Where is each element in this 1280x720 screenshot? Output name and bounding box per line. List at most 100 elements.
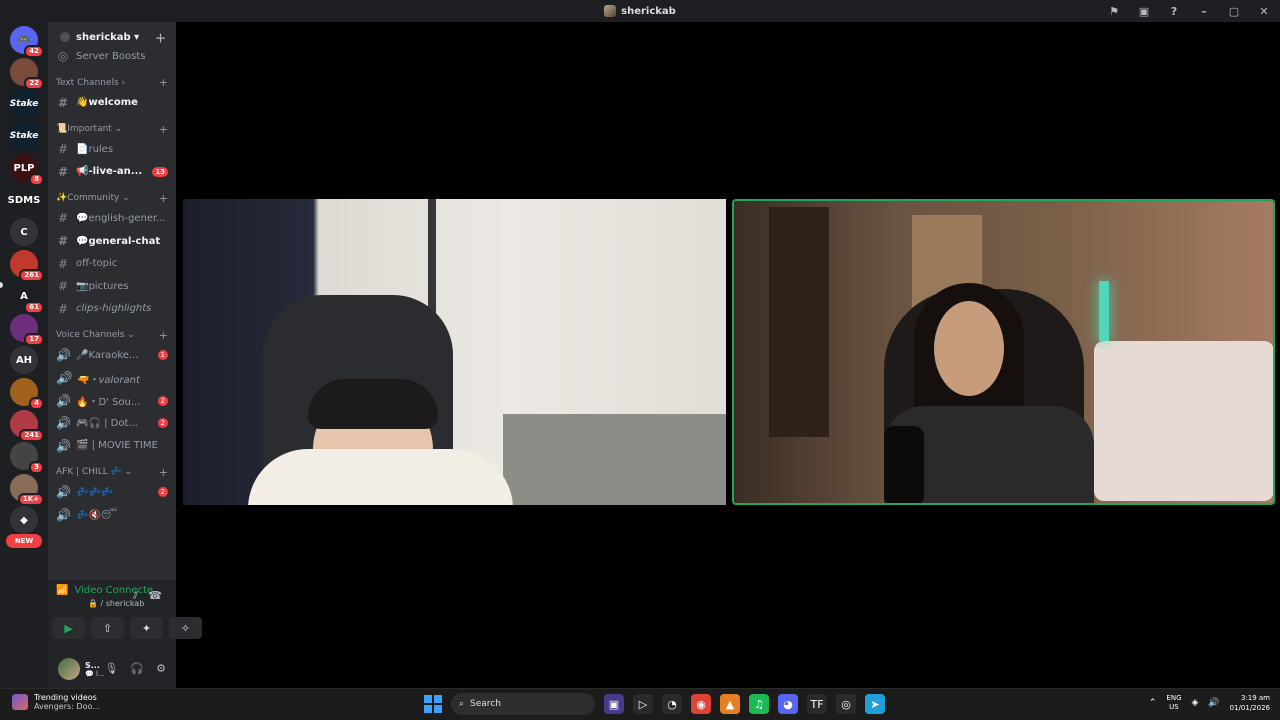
deafen-icon[interactable]: 🎧 bbox=[130, 662, 144, 675]
channel-category[interactable]: Text Channels › + bbox=[56, 75, 172, 91]
guild-a-icon[interactable]: A 61 bbox=[10, 282, 44, 314]
channel-item[interactable]: # 📷pictures bbox=[56, 276, 172, 296]
guild-plp-icon[interactable]: PLP 8 bbox=[10, 154, 44, 186]
channel-item[interactable]: 🔊 🔫・valorant bbox=[56, 368, 172, 388]
channel-category[interactable]: 📜Important ⌄ + bbox=[56, 121, 172, 137]
language-indicator[interactable]: ENG US bbox=[1166, 694, 1181, 712]
maximize-button[interactable]: ▢ bbox=[1226, 5, 1242, 18]
screen-share-button[interactable]: ⇧ bbox=[91, 617, 124, 639]
video-tile-1[interactable] bbox=[183, 199, 726, 505]
guild-7-icon[interactable]: 1K+ bbox=[10, 474, 44, 506]
guild-label: A bbox=[20, 290, 28, 302]
create-channel-icon[interactable]: + bbox=[159, 192, 168, 205]
close-button[interactable]: ✕ bbox=[1256, 5, 1272, 18]
channel-item[interactable]: 🔊 🎬 | MOVIE TIME bbox=[56, 436, 172, 456]
taskbar-app-icon[interactable]: ▷ bbox=[633, 694, 653, 714]
guild-stake-2-icon[interactable]: Stake bbox=[10, 122, 38, 150]
discord-home-icon[interactable]: 🎮 42 bbox=[10, 26, 44, 58]
inbox-icon[interactable]: ⚑ bbox=[1106, 5, 1122, 18]
tray-overflow-icon[interactable]: ⌃ bbox=[1149, 698, 1157, 708]
signal-icon[interactable]: 📶 bbox=[56, 585, 68, 596]
server-header[interactable]: sherickab ▾ ＋ bbox=[48, 22, 176, 52]
taskbar-app-icon[interactable]: ♫ bbox=[749, 694, 769, 714]
guild-2-icon[interactable]: 261 bbox=[10, 250, 44, 282]
channel-item[interactable]: 🔊 🎮🎧 | Dot... 2 bbox=[56, 413, 172, 433]
guild-8-icon[interactable]: ◆ bbox=[10, 506, 38, 534]
screen-icon[interactable]: ▣ bbox=[1136, 5, 1152, 18]
guild-c-icon[interactable]: C bbox=[10, 218, 38, 246]
channel-item[interactable]: # 📢-live-an... 13 bbox=[56, 162, 172, 182]
channel-item[interactable]: 🔊 🎤Karaoke... 1 bbox=[56, 345, 172, 365]
channel-item[interactable]: # off-topic bbox=[56, 254, 172, 274]
camera-button[interactable]: ▶ bbox=[52, 617, 85, 639]
lamp-shape bbox=[1099, 281, 1109, 341]
start-icon[interactable] bbox=[424, 695, 442, 713]
channel-item[interactable]: # 💬general-chat bbox=[56, 231, 172, 251]
channel-label: 🔫・valorant bbox=[76, 374, 140, 386]
search-input[interactable]: ⌕ Search bbox=[451, 693, 595, 715]
avatar[interactable] bbox=[58, 658, 80, 680]
guild-label: Stake bbox=[9, 99, 39, 109]
text-channel-icon: # bbox=[57, 164, 69, 179]
invite-people-icon[interactable]: ＋ bbox=[155, 30, 166, 46]
channel-item[interactable]: 🔊 🔥・D' Sou... 2 bbox=[56, 391, 172, 411]
clock[interactable]: 3:19 am 01/01/2026 bbox=[1230, 693, 1270, 713]
server-list: 🎮 42 22 Stake Stake PLP 8 SDMS C 261 A 61 17 AH 4 241 3 1… bbox=[0, 22, 48, 688]
mute-icon[interactable]: 🎙 bbox=[104, 662, 118, 675]
video-tile-2[interactable] bbox=[732, 199, 1275, 505]
channel-category[interactable]: AFK | CHILL 💤 ⌄ + bbox=[56, 464, 172, 480]
channel-item[interactable]: 🔊 💤🔇😴 bbox=[56, 505, 172, 525]
settings-icon[interactable]: ⚙ bbox=[156, 662, 166, 675]
video-feed-2 bbox=[734, 201, 1273, 503]
widgets-button[interactable]: Trending videos Avengers: Doo... bbox=[12, 693, 100, 711]
soundboard-button[interactable]: ✧ bbox=[169, 617, 202, 639]
guild-4-icon[interactable]: 4 bbox=[10, 378, 44, 410]
taskbar-app-icon[interactable]: ▣ bbox=[604, 694, 624, 714]
guild-sdms-icon[interactable]: SDMS bbox=[8, 186, 40, 214]
taskbar-app-icon[interactable]: ◕ bbox=[778, 694, 798, 714]
activities-button[interactable]: ✦ bbox=[130, 617, 163, 639]
guild-6-icon[interactable]: 3 bbox=[10, 442, 44, 474]
category-label: Text Channels › bbox=[56, 77, 126, 88]
guild-5-icon[interactable]: 241 bbox=[10, 410, 44, 442]
guild-stake-1-icon[interactable]: Stake bbox=[10, 90, 38, 118]
channel-label: 🎬 | MOVIE TIME bbox=[76, 440, 158, 452]
wifi-icon[interactable]: ◈ bbox=[1192, 698, 1199, 708]
disconnect-icon[interactable]: ☎ bbox=[148, 589, 162, 602]
create-channel-icon[interactable]: + bbox=[159, 76, 168, 89]
create-channel-icon[interactable]: + bbox=[159, 329, 168, 342]
channel-category[interactable]: Voice Channels ⌄ + bbox=[56, 327, 172, 343]
channel-item[interactable]: # 💬english-gener... bbox=[56, 208, 172, 228]
channel-category[interactable]: ✨Community ⌄ + bbox=[56, 190, 172, 206]
channel-item[interactable]: 🔊 💤💤💤 2 bbox=[56, 482, 172, 502]
channel-item[interactable]: # 📄rules bbox=[56, 139, 172, 159]
channel-count-badge: 13 bbox=[152, 166, 168, 177]
channel-item[interactable]: # 👋welcome bbox=[56, 93, 172, 113]
channel-label: 🎮🎧 | Dot... bbox=[76, 417, 138, 429]
guild-ah-icon[interactable]: AH bbox=[10, 346, 38, 374]
taskbar-app-icon[interactable]: ◉ bbox=[691, 694, 711, 714]
minimize-button[interactable]: – bbox=[1196, 5, 1212, 18]
voice-status-panel: 📶 Video Connecte 🔒 / sherickab ⫽ ☎ ▶ ⇧ ✦… bbox=[48, 580, 202, 650]
noise-suppression-icon[interactable]: ⫽ bbox=[133, 589, 138, 603]
create-channel-icon[interactable]: + bbox=[159, 466, 168, 479]
guild-label: Stake bbox=[9, 131, 39, 141]
new-badge[interactable]: NEW bbox=[6, 534, 42, 548]
taskbar-app-icon[interactable]: TF bbox=[807, 694, 827, 714]
taskbar-app-icon[interactable]: ➤ bbox=[865, 694, 885, 714]
channel-item[interactable]: # clips-highlights bbox=[56, 299, 172, 319]
taskbar-app-icon[interactable]: ◎ bbox=[836, 694, 856, 714]
voice-channel-icon: 🔊 bbox=[56, 485, 71, 500]
mention-badge: 241 bbox=[19, 429, 44, 442]
voice-channel-icon: 🔊 bbox=[56, 371, 71, 385]
guild-1-icon[interactable]: 22 bbox=[10, 58, 44, 90]
volume-icon[interactable]: 🔊 bbox=[1208, 698, 1219, 708]
text-channel-icon: # bbox=[57, 95, 69, 110]
taskbar-app-icon[interactable]: ▲ bbox=[720, 694, 740, 714]
server-name: sherickab ▾ bbox=[76, 31, 140, 43]
bed-shape bbox=[1094, 341, 1273, 501]
taskbar-app-icon[interactable]: ◔ bbox=[662, 694, 682, 714]
guild-3-icon[interactable]: 17 bbox=[10, 314, 44, 346]
create-channel-icon[interactable]: + bbox=[159, 123, 168, 136]
help-icon[interactable]: ? bbox=[1166, 5, 1182, 18]
